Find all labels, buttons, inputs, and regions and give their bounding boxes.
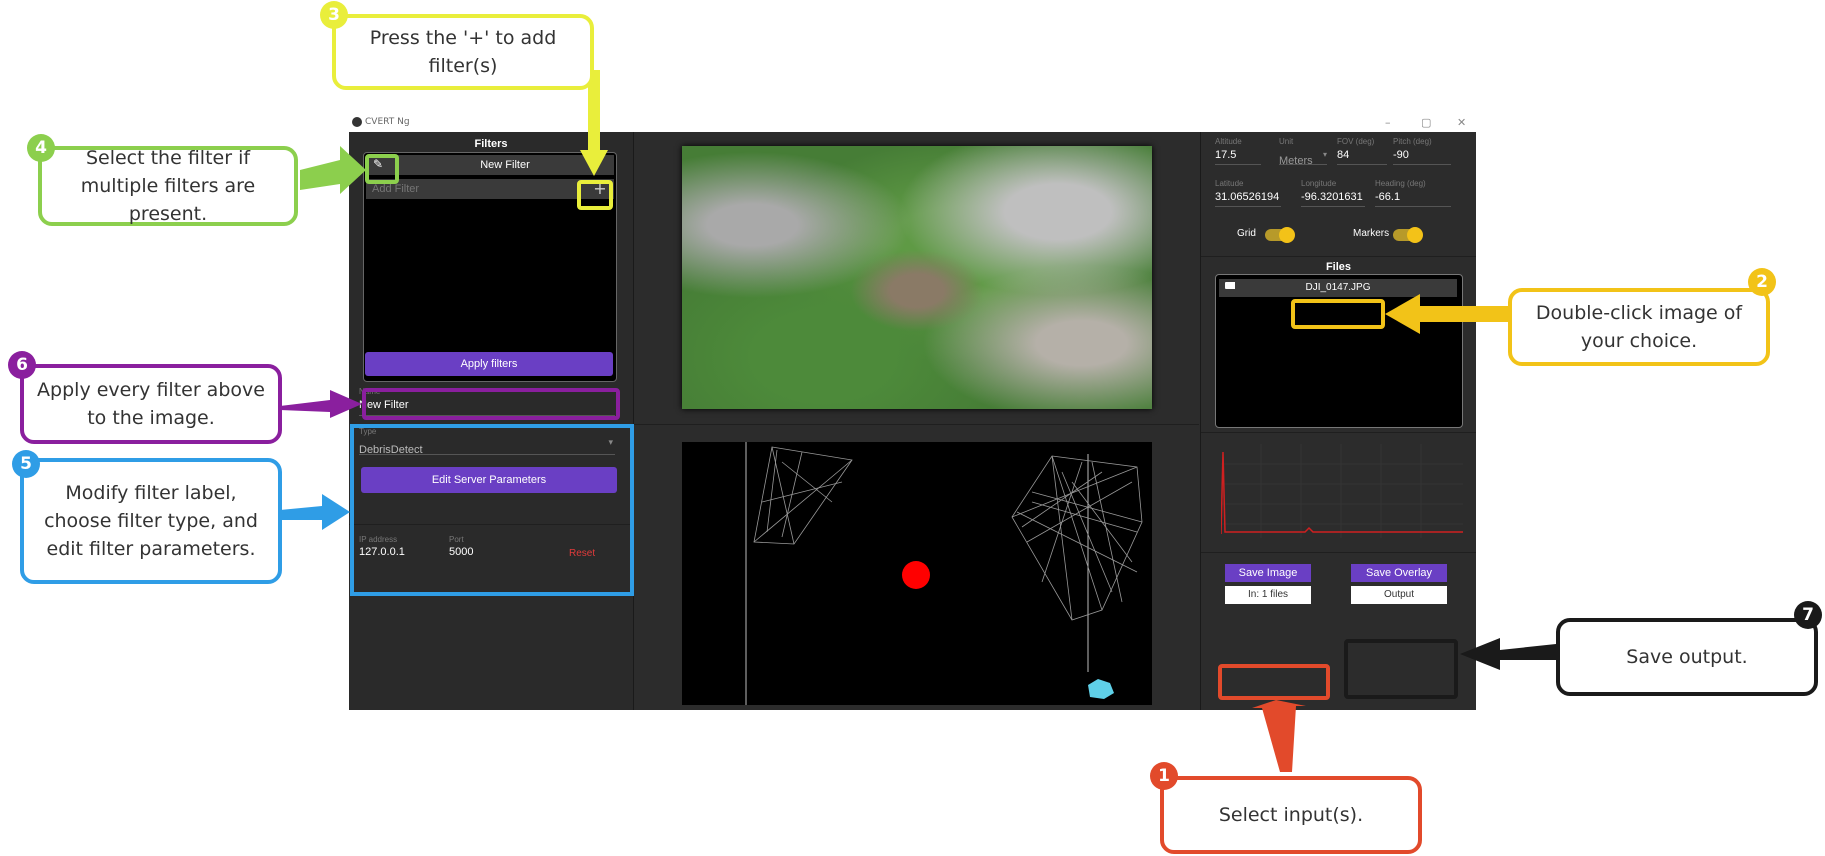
callout-add-filter: Press the '+' to add filter(s) (332, 14, 594, 90)
callout-select-input: Select input(s). (1160, 776, 1422, 854)
badge-3: 3 (320, 1, 348, 29)
callout-apply-filters: Apply every filter above to the image. (20, 364, 282, 444)
badge-7: 7 (1794, 601, 1822, 629)
badge-4: 4 (27, 134, 55, 162)
callout-edit-filter: Modify filter label, choose filter type,… (20, 458, 282, 584)
badge-1: 1 (1150, 762, 1178, 790)
badge-6: 6 (8, 351, 36, 379)
callout-select-filter: Select the filter if multiple filters ar… (38, 146, 298, 226)
badge-2: 2 (1748, 268, 1776, 296)
callout-double-click: Double-click image of your choice. (1508, 288, 1770, 366)
callout-save-output: Save output. (1556, 618, 1818, 696)
badge-5: 5 (12, 450, 40, 478)
